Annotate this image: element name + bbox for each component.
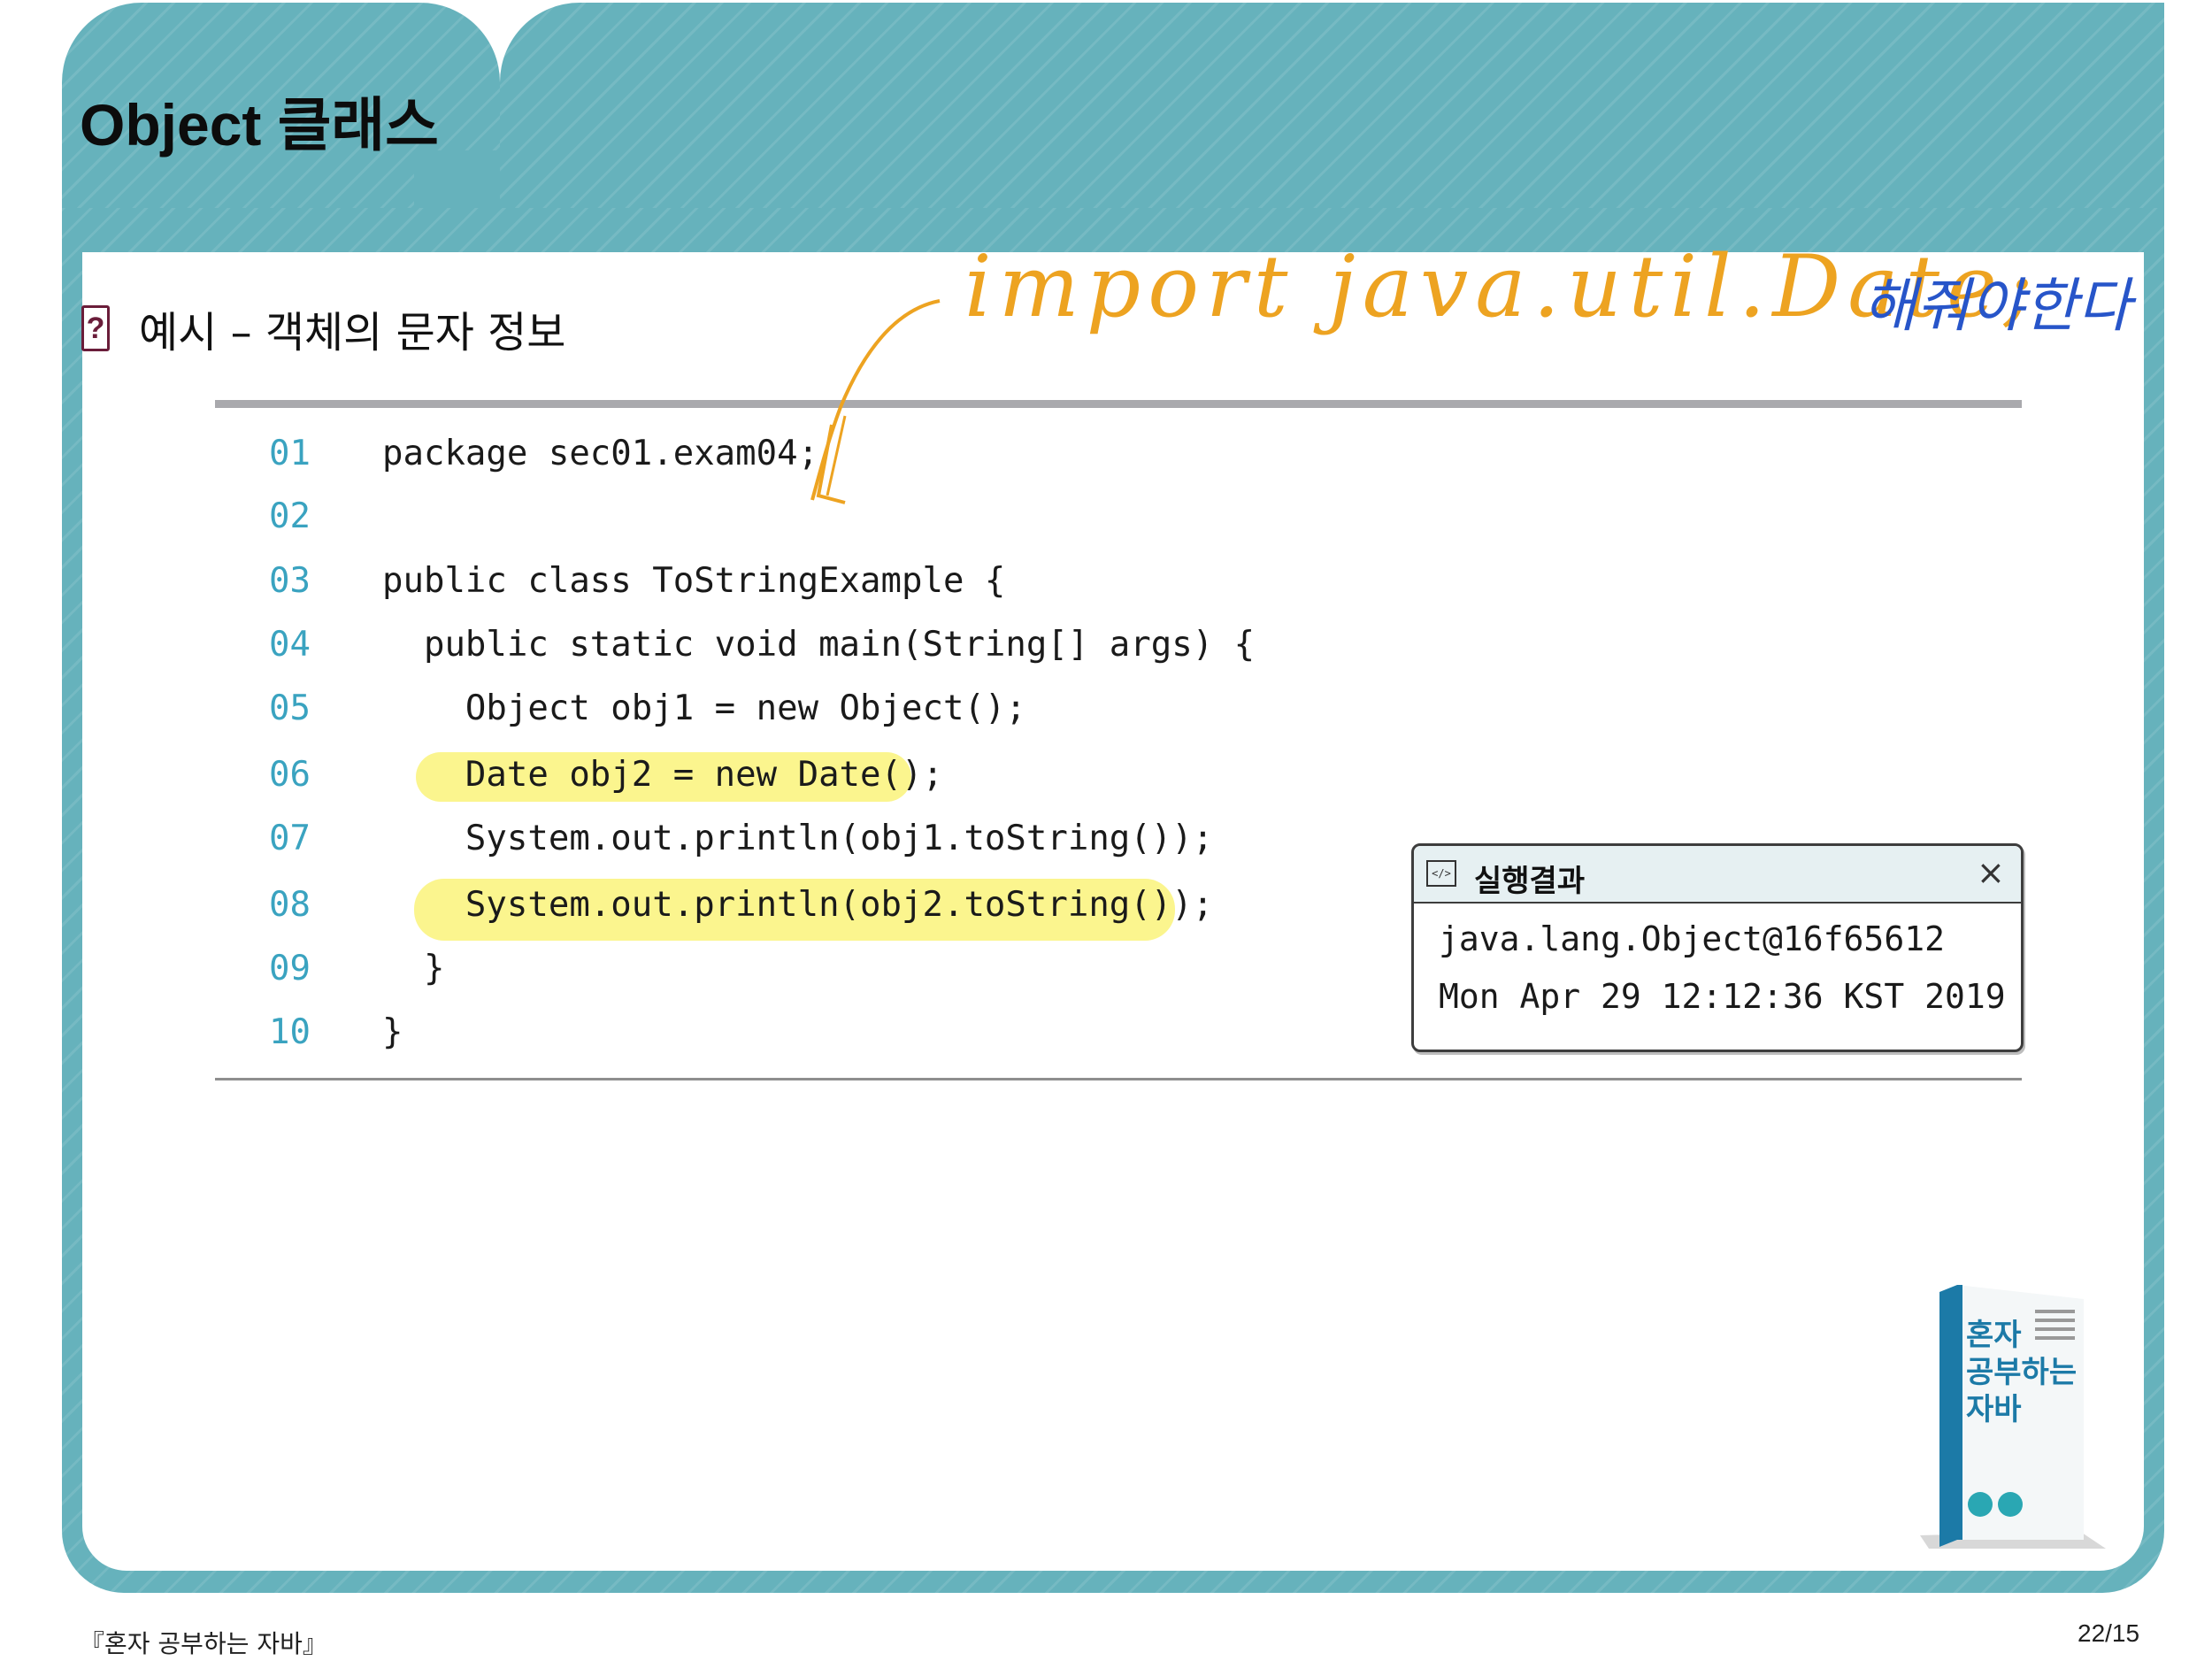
book-title-line: 자바	[1966, 1392, 2022, 1427]
page-number: 22/15	[2078, 1619, 2140, 1647]
book-cover-image: 혼자 공부하는 자바	[1920, 1285, 2106, 1549]
book-title-line: 혼자	[1966, 1318, 2022, 1353]
footer-book-title: 『혼자 공부하는 자바』	[80, 1629, 327, 1658]
book-title-line: 공부하는	[1966, 1355, 2077, 1390]
handwritten-korean-note: 해줘야한다	[1863, 272, 2131, 340]
